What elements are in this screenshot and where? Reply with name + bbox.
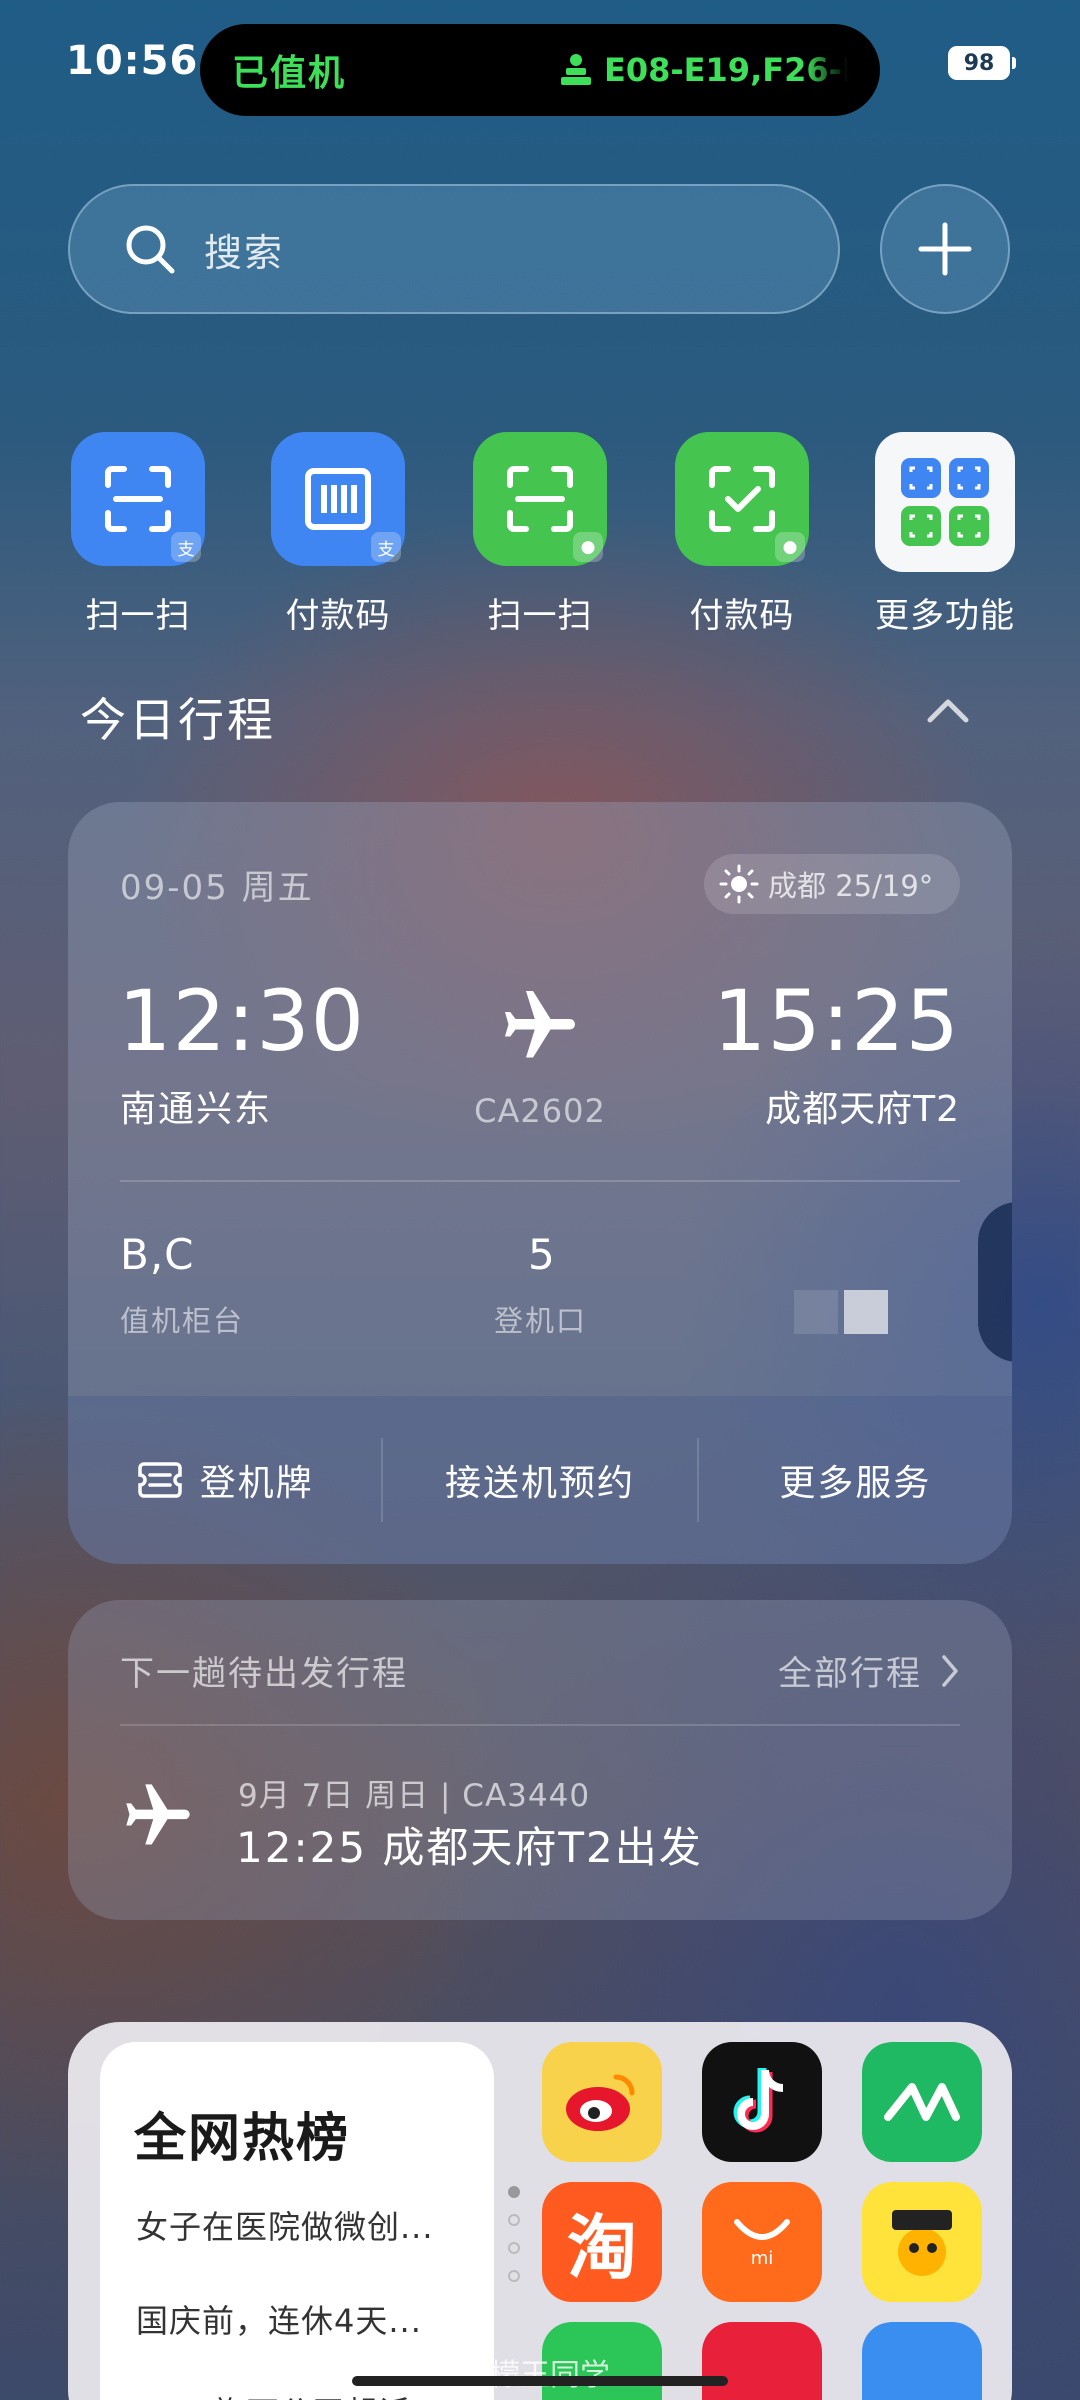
- flight-actions: 登机牌 接送机预约 更多服务: [68, 1396, 1012, 1564]
- alipay-badge-icon: 支: [371, 532, 401, 562]
- flight-card[interactable]: 09-05 周五 成都 25/19° 12:30 南通兴东 CA2602 15:…: [68, 802, 1012, 1564]
- search-placeholder: 搜索: [204, 230, 285, 275]
- alipay-badge-icon: 支: [171, 532, 201, 562]
- quick-app-label: 付款码: [285, 596, 391, 636]
- next-trip-main: 12:25 成都天府T2出发: [236, 1823, 703, 1872]
- wechat-badge-icon: ●: [775, 532, 805, 562]
- airplane-icon: [120, 1778, 196, 1858]
- quick-app-alipay-paycode[interactable]: 支 付款码: [270, 432, 406, 637]
- sun-icon: [719, 864, 759, 904]
- page-indicator: [508, 2186, 520, 2298]
- hot-list-item[interactable]: TVB 旗下公司起诉...: [136, 2388, 445, 2400]
- collapse-button[interactable]: [924, 694, 972, 730]
- flight-date: 09-05 周五: [120, 868, 314, 908]
- quick-app-alipay-scan[interactable]: 支 扫一扫: [70, 432, 206, 637]
- section-title: 今日行程: [80, 693, 276, 747]
- divider: [120, 1180, 960, 1182]
- airplane-icon: [498, 984, 582, 1072]
- weather-chip: 成都 25/19°: [704, 854, 960, 914]
- next-trip-card[interactable]: 下一趟待出发行程 全部行程 9月 7日 周日 | CA3440 12:25 成都…: [68, 1600, 1012, 1920]
- quick-app-label: 更多功能: [875, 596, 1015, 636]
- hot-list-item[interactable]: 国庆前，连休4天...: [136, 2296, 422, 2342]
- counter-value: B,C: [120, 1230, 195, 1279]
- app-widget-card: 全网热榜 女子在医院做微创... 国庆前，连休4天... TVB 旗下公司起诉.…: [68, 2022, 1012, 2400]
- divider: [120, 1724, 960, 1726]
- more-services-button[interactable]: 更多服务: [696, 1438, 1012, 1522]
- wechat-paycode-icon: ●: [675, 432, 809, 566]
- weather-app-icon[interactable]: [862, 2322, 982, 2400]
- next-trip-subtitle: 9月 7日 周日 | CA3440: [238, 1778, 591, 1814]
- quick-app-label: 扫一扫: [85, 596, 191, 636]
- checkin-counter-icon: [561, 54, 591, 85]
- island-checkin-status: 已值机: [232, 53, 347, 94]
- hot-list-widget[interactable]: 全网热榜 女子在医院做微创... 国庆前，连休4天... TVB 旗下公司起诉.…: [100, 2042, 494, 2400]
- chevron-right-icon: [942, 1654, 958, 1687]
- quick-app-label: 扫一扫: [487, 596, 593, 636]
- svg-text:mi: mi: [751, 2248, 774, 2269]
- chevron-up-icon: [927, 699, 969, 723]
- watermark: @柠檬王同学: [430, 2350, 610, 2394]
- add-button[interactable]: [880, 184, 1010, 314]
- search-icon: [126, 225, 175, 274]
- gate-label: 登机口: [494, 1304, 588, 1338]
- alipay-scan-icon: 支: [71, 432, 205, 566]
- boarding-pass-label: 登机牌: [199, 1463, 314, 1504]
- xianyu-app-icon[interactable]: [862, 2182, 982, 2302]
- plus-icon: [918, 222, 972, 276]
- departure-time: 12:30: [118, 972, 366, 1070]
- wechat-badge-icon: ●: [573, 532, 603, 562]
- wechat-scan-icon: ●: [473, 432, 607, 566]
- alipay-paycode-icon: 支: [271, 432, 405, 566]
- weibo-app-icon[interactable]: [542, 2042, 662, 2162]
- hot-list-item[interactable]: 女子在医院做微创...: [136, 2202, 434, 2248]
- red-app-icon[interactable]: [702, 2322, 822, 2400]
- island-gate-info: E08-E19,F26-F: [558, 51, 848, 89]
- ticket-icon: [137, 1462, 182, 1498]
- arrival-time: 15:25: [712, 972, 960, 1070]
- xiaomi-mall-app-icon[interactable]: mi: [702, 2182, 822, 2302]
- hot-list-title: 全网热榜: [134, 2109, 351, 2169]
- home-indicator[interactable]: [352, 2376, 728, 2386]
- iqiyi-app-icon[interactable]: [862, 2042, 982, 2162]
- search-bar[interactable]: 搜索: [68, 184, 840, 314]
- quick-app-more[interactable]: 更多功能: [870, 432, 1020, 637]
- next-trip-title: 下一趟待出发行程: [120, 1654, 408, 1694]
- weather-text: 成都 25/19°: [768, 869, 934, 903]
- all-trips-link[interactable]: 全部行程: [778, 1646, 960, 1695]
- more-functions-icon: [875, 432, 1015, 572]
- quick-app-wechat-scan[interactable]: ● 扫一扫: [472, 432, 608, 637]
- arrival-airport: 成都天府T2: [765, 1089, 960, 1130]
- flight-number: CA2602: [474, 1092, 606, 1130]
- douyin-app-icon[interactable]: [702, 2042, 822, 2162]
- transfer-booking-button[interactable]: 接送机预约: [381, 1438, 696, 1522]
- card-edge-tab[interactable]: [978, 1202, 1012, 1362]
- gate-value: 5: [528, 1230, 555, 1279]
- island-gate-text: E08-E19,F26-F: [604, 51, 848, 89]
- qr-code-icon: [844, 1290, 888, 1334]
- battery-icon: 98: [948, 46, 1016, 80]
- dynamic-island[interactable]: 已值机 E08-E19,F26-F: [200, 24, 880, 116]
- counter-label: 值机柜台: [120, 1304, 245, 1338]
- taobao-app-icon[interactable]: 淘: [542, 2182, 662, 2302]
- status-time: 10:56: [66, 38, 199, 84]
- boarding-pass-button[interactable]: 登机牌: [68, 1438, 381, 1522]
- all-trips-label: 全部行程: [778, 1654, 922, 1694]
- quick-app-wechat-paycode[interactable]: ● 付款码: [674, 432, 810, 637]
- departure-airport: 南通兴东: [120, 1089, 273, 1130]
- quick-app-label: 付款码: [689, 596, 795, 636]
